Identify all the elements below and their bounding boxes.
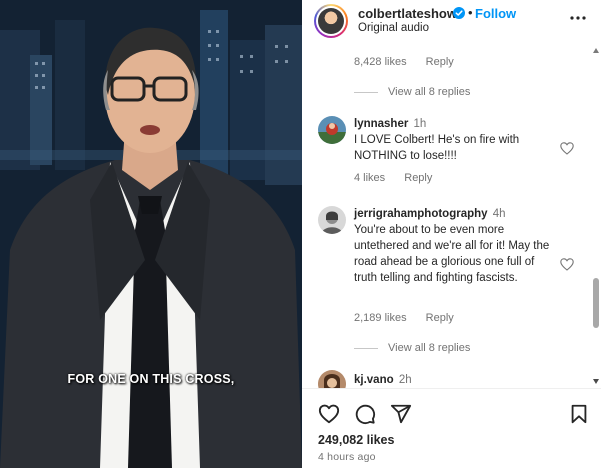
comment-text: I LOVE Colbert! He's on fire with NOTHIN… [354,134,520,162]
more-options-icon[interactable] [568,10,588,26]
comment-likes[interactable]: 2,189 likes [354,312,407,324]
comment-body: jerrigrahamphotography 4h You're about t… [354,206,554,286]
comment-username[interactable]: jerrigrahamphotography [354,208,488,220]
post-username[interactable]: colbertlateshow [358,6,457,21]
verified-badge-icon [453,7,465,19]
comment-meta: 2,189 likes Reply [354,312,470,324]
comment-icon[interactable] [354,403,376,425]
commenter-avatar[interactable] [318,370,346,388]
video-frame-illustration [0,0,302,468]
comment-likes[interactable]: 8,428 likes [354,56,407,68]
post-sidebar: colbertlateshow • Follow Original audio … [302,0,601,468]
video-player[interactable]: FOR ONE ON THIS CROSS, [0,0,302,468]
comment-username[interactable]: kj.vano [354,374,394,386]
comment-meta: 8,428 likes Reply [354,56,470,68]
view-replies-label: View all 8 replies [388,86,471,98]
post-timestamp[interactable]: 4 hours ago [318,451,376,463]
bookmark-icon[interactable] [568,403,590,425]
comment-time: 4h [492,208,506,220]
commenter-avatar[interactable] [318,206,346,234]
comment-username[interactable]: lynnasher [354,118,408,130]
reply-button[interactable]: Reply [426,312,454,324]
commenter-avatar[interactable] [318,116,346,144]
separator-dot: • [468,5,473,20]
heart-icon[interactable] [318,403,340,425]
comment-time: 2h [398,374,412,386]
comments-scrollbar[interactable] [592,48,601,388]
video-caption: FOR ONE ON THIS CROSS, [67,372,235,386]
view-replies-label: View all 8 replies [388,342,471,354]
comment-body: lynnasher 1h I LOVE Colbert! He's on fir… [354,116,554,164]
comment-time: 1h [413,118,427,130]
scroll-thumb[interactable] [593,278,599,328]
heart-icon[interactable] [560,142,574,155]
post-header: colbertlateshow • Follow Original audio [302,0,601,44]
reply-button[interactable]: Reply [426,56,454,68]
reply-button[interactable]: Reply [404,172,432,184]
comment-meta: 4 likes Reply [354,172,448,184]
audio-label[interactable]: Original audio [358,22,429,34]
post-actions: 249,082 likes 4 hours ago [302,388,601,468]
comments-list[interactable]: 8,428 likes Reply View all 8 replies lyn… [302,44,601,388]
scroll-down-arrow-icon[interactable] [593,379,599,384]
follow-button[interactable]: Follow [475,6,516,21]
view-replies-button[interactable]: View all 8 replies [354,342,470,354]
scroll-up-arrow-icon[interactable] [593,48,599,53]
comment-likes[interactable]: 4 likes [354,172,385,184]
profile-avatar[interactable] [314,4,348,38]
comment-text: You're about to be even more untethered … [354,224,550,284]
post-likes-count[interactable]: 249,082 likes [318,433,394,447]
view-replies-button[interactable]: View all 8 replies [354,86,470,98]
comment-body: kj.vano 2h [354,372,554,388]
share-icon[interactable] [390,403,412,425]
heart-icon[interactable] [560,258,574,271]
